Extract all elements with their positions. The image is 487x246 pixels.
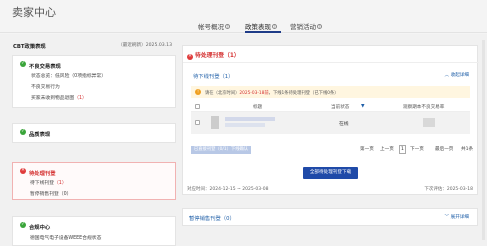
- col-status: 当前状态: [331, 105, 350, 110]
- bulk-offline-button[interactable]: 已直接刊登（0/1）下线确认: [191, 146, 251, 154]
- deadline-label: 下次评估：: [424, 187, 447, 192]
- warning-icon: !: [195, 89, 201, 95]
- pager-prev[interactable]: 上一页: [380, 146, 394, 154]
- card-item[interactable]: 待下线刊登（1）: [30, 179, 67, 186]
- pager-last[interactable]: 最后一页: [435, 146, 453, 154]
- item-text: 买家未收到物品退图: [31, 96, 75, 101]
- check-icon: ✓: [20, 129, 26, 135]
- sort-icon[interactable]: ▼: [361, 104, 365, 109]
- help-icon[interactable]: ?: [317, 24, 322, 29]
- item-count: （1）: [74, 96, 87, 101]
- pending-panel: ✕ 待处理刊登（1） 待下线刊登（1） ︿ 收起详细 ! 请在（北京时间）202…: [182, 45, 479, 195]
- row-checkbox[interactable]: [195, 120, 200, 125]
- rate-redacted: [423, 118, 435, 127]
- card-quality[interactable]: ✓ 品质表现: [12, 123, 176, 143]
- table-header: 标题 当前状态 ▼ 观察期本不良交易率: [191, 101, 470, 112]
- expand-toggle[interactable]: ﹀ 展开详细: [445, 214, 469, 220]
- card-item[interactable]: 德国电气电子设备WEEE合规状态: [30, 234, 101, 241]
- scrollbar[interactable]: [482, 40, 485, 240]
- product-title-redacted[interactable]: [225, 117, 275, 121]
- pager-next[interactable]: 下一页: [410, 146, 424, 154]
- tab-label: 营销活动: [290, 23, 316, 31]
- card-item[interactable]: 不良交易行为: [31, 83, 60, 90]
- item-count: （1）: [54, 181, 67, 186]
- row-status: 在线: [339, 122, 349, 127]
- divider: [183, 62, 479, 63]
- tip-suffix: ，下线1条待处理刊登（已下线0条）: [268, 90, 339, 96]
- help-icon[interactable]: ?: [225, 24, 230, 29]
- card-title-text: 待处理刊登: [29, 170, 56, 177]
- active-tab-indicator: [245, 31, 281, 33]
- section-offline-title[interactable]: 待下线刊登（1）: [193, 72, 233, 80]
- item-text: 待下线刊登: [30, 181, 54, 186]
- col-rate: 观察期本不良交易率: [403, 105, 445, 110]
- select-all-checkbox[interactable]: [195, 104, 200, 109]
- next-evaluation: 下次评估：2025-03-18: [424, 186, 473, 192]
- tab-policy-performance[interactable]: 政策表现?: [245, 21, 277, 31]
- product-subtitle-redacted: [225, 123, 265, 127]
- tab-account-overview[interactable]: 帐号概况?: [198, 21, 230, 31]
- pager-first[interactable]: 第一页: [360, 146, 374, 154]
- tab-bar: 帐号概况? 政策表现? 营销活动?: [0, 19, 487, 33]
- card-title-text: 品质表现: [29, 131, 51, 138]
- period-value: 2024-12-15 ~ 2025-03-08: [209, 187, 269, 192]
- panel-title-text: 待处理刊登: [195, 53, 225, 59]
- app-title: 卖家中心: [12, 6, 56, 19]
- refresh-date: （最近刷新）2025.03.13: [118, 43, 172, 48]
- tab-label: 政策表现: [245, 23, 271, 31]
- table-row[interactable]: 在线: [191, 112, 470, 134]
- card-compliance[interactable]: ✓ 合规中心 德国电气电子设备WEEE合规状态: [12, 216, 176, 246]
- card-unfair-trade[interactable]: ✓ 不良交易表现 状态总览：低风险（0项指标异常） 不良交易行为 买家未收到物品…: [12, 55, 176, 108]
- paused-panel: 暂停销售刊登（0） ﹀ 展开详细: [182, 208, 478, 226]
- panel-title: ✕ 待处理刊登（1）: [187, 50, 240, 60]
- left-title: CBT政策表现: [13, 44, 46, 50]
- collapse-toggle[interactable]: ︿ 收起详细: [445, 72, 469, 78]
- period: 对应时间：2024-12-15 ~ 2025-03-08: [187, 186, 268, 192]
- help-icon[interactable]: ?: [272, 24, 277, 29]
- tip-text: 请在（北京时间）2025-03-18前，下线1条待处理刊登（已下线0条）: [205, 90, 339, 96]
- check-icon: ✓: [20, 61, 26, 67]
- deadline-value: 2025-03-18: [446, 187, 473, 192]
- card-pending-listings[interactable]: ✕ 待处理刊登 待下线刊登（1） 暂停销售刊登（0）: [12, 162, 176, 200]
- toggle-label: 展开详细: [450, 215, 469, 220]
- tab-marketing[interactable]: 营销活动?: [290, 21, 322, 31]
- left-summary: CBT政策表现 （最近刷新）2025.03.13 ✓ 不良交易表现 状态总览：低…: [12, 38, 176, 246]
- pager-total: 共1条: [461, 147, 474, 152]
- title-bar: 卖家中心 帐号概况? 政策表现? 营销活动?: [0, 0, 487, 34]
- col-title: 标题: [253, 105, 263, 110]
- section-paused-title[interactable]: 暂停销售刊登（0）: [189, 214, 235, 222]
- card-title-text: 合规中心: [29, 224, 51, 231]
- card-title-text: 不良交易表现: [29, 63, 61, 70]
- tip-banner: ! 请在（北京时间）2025-03-18前，下线1条待处理刊登（已下线0条）: [191, 86, 470, 98]
- card-item[interactable]: 买家未收到物品退图（1）: [31, 94, 87, 101]
- check-icon: ✓: [20, 222, 26, 228]
- period-label: 对应时间：: [187, 187, 210, 192]
- tip-prefix: 请在（北京时间）: [205, 90, 240, 96]
- error-icon: ✕: [20, 168, 26, 174]
- pager-current[interactable]: 1: [399, 145, 406, 154]
- left-header: CBT政策表现 （最近刷新）2025.03.13: [12, 38, 176, 52]
- product-thumbnail: [211, 116, 219, 129]
- tab-label: 帐号概况: [198, 23, 224, 31]
- card-item: 状态总览：低风险（0项指标异常）: [31, 74, 107, 79]
- error-icon: ✕: [187, 54, 193, 60]
- tip-date: 2025-03-18前: [239, 90, 269, 96]
- card-item[interactable]: 暂停销售刊登（0）: [30, 190, 71, 197]
- panel-count: （1）: [224, 53, 240, 59]
- download-all-button[interactable]: 全部待处理刊登下载: [303, 167, 358, 179]
- toggle-label: 收起详细: [450, 73, 469, 78]
